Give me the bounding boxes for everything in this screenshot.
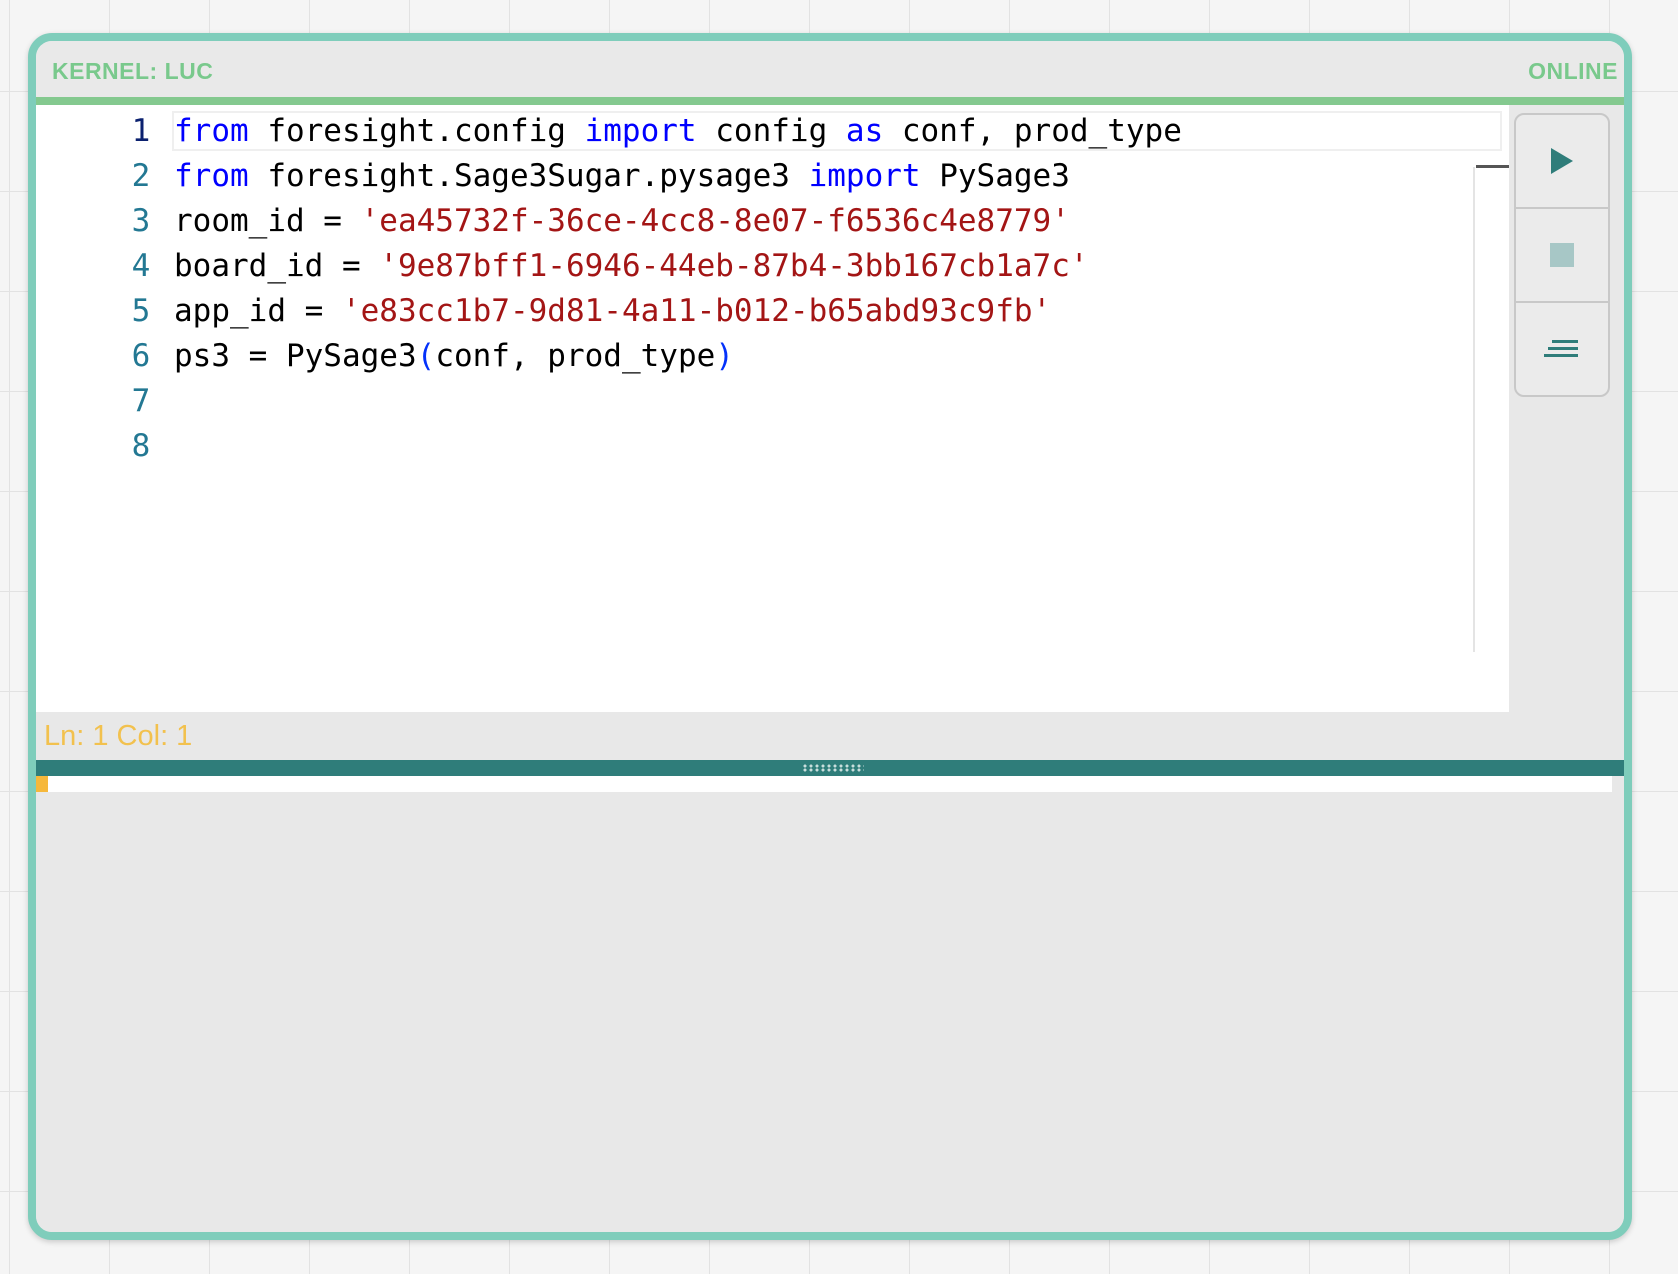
string-token: '9e87bff1-6946-44eb-87b4-3bb167cb1a7c' xyxy=(379,248,1089,284)
code-line[interactable]: 2 from foresight.Sage3Sugar.pysage3 impor… xyxy=(36,152,1476,200)
stop-button[interactable] xyxy=(1516,209,1608,303)
string-token: 'ea45732f-36ce-4cc8-8e07-f6536c4e8779' xyxy=(360,203,1070,239)
drag-grip-icon[interactable] xyxy=(802,764,864,772)
output-header xyxy=(36,776,1612,792)
line-number: 8 xyxy=(131,428,151,464)
cell-toolbar xyxy=(1514,113,1610,397)
play-icon xyxy=(1551,148,1573,174)
bracket-token: ) xyxy=(715,338,734,374)
code-text[interactable]: from foresight.Sage3Sugar.pysage3 import… xyxy=(174,152,1070,200)
code-token: foresight.config xyxy=(248,113,585,149)
editor-scrollbar[interactable] xyxy=(1473,167,1475,652)
code-token: PySage3 xyxy=(920,158,1070,194)
code-line[interactable]: 4 board_id = '9e87bff1-6946-44eb-87b4-3bb… xyxy=(36,242,1476,290)
keyword-token: as xyxy=(845,113,884,149)
kernel-status: ONLINE xyxy=(1528,58,1618,84)
stop-icon xyxy=(1550,243,1574,267)
kernel-label: KERNEL: LUC xyxy=(52,58,214,84)
keyword-token: import xyxy=(584,113,697,149)
keyword-token: import xyxy=(808,158,921,194)
code-token: ps3 = PySage3 xyxy=(174,338,417,374)
code-token: board_id = xyxy=(174,248,380,284)
code-token: room_id = xyxy=(174,203,361,239)
code-token: conf, prod_type xyxy=(435,338,716,374)
string-token: 'e83cc1b7-9d81-4a11-b012-b65abd93c9fb' xyxy=(341,293,1052,329)
code-line[interactable]: 7 xyxy=(36,377,1476,425)
code-line[interactable]: 1 from foresight.config import config as … xyxy=(36,107,1476,155)
code-line[interactable]: 3 room_id = 'ea45732f-36ce-4cc8-8e07-f653… xyxy=(36,197,1476,245)
code-line[interactable]: 5 app_id = 'e83cc1b7-9d81-4a11-b012-b65ab… xyxy=(36,287,1476,335)
clear-button[interactable] xyxy=(1516,303,1608,395)
code-text[interactable]: room_id = 'ea45732f-36ce-4cc8-8e07-f6536… xyxy=(174,197,1070,245)
run-button[interactable] xyxy=(1516,115,1608,209)
title-bar[interactable]: KERNEL: LUC ONLINE xyxy=(36,41,1624,105)
code-text[interactable]: board_id = '9e87bff1-6946-44eb-87b4-3bb1… xyxy=(174,242,1089,290)
line-number: 1 xyxy=(131,113,151,149)
cursor-position: Ln: 1 Col: 1 xyxy=(44,720,193,752)
output-area xyxy=(36,792,1624,1232)
code-line[interactable]: 6 ps3 = PySage3(conf, prod_type) xyxy=(36,332,1476,380)
line-number: 6 xyxy=(131,338,151,374)
line-number: 5 xyxy=(131,293,151,329)
code-cell-window: KERNEL: LUC ONLINE 1 from foresight.confi… xyxy=(28,33,1632,1240)
keyword-token: from xyxy=(174,158,249,194)
code-token: app_id = xyxy=(174,293,342,329)
code-token: foresight.Sage3Sugar.pysage3 xyxy=(248,158,809,194)
bracket-token: ( xyxy=(416,338,436,374)
minimap-viewport[interactable] xyxy=(1476,165,1509,168)
code-token: config xyxy=(696,113,846,149)
output-marker xyxy=(36,776,48,792)
line-number: 2 xyxy=(131,158,151,194)
code-editor[interactable]: 1 from foresight.config import config as … xyxy=(36,105,1509,712)
code-line[interactable]: 8 xyxy=(36,422,1476,470)
clear-lines-icon xyxy=(1544,340,1578,357)
editor-status-bar: Ln: 1 Col: 1 xyxy=(36,712,1624,760)
resize-splitter[interactable] xyxy=(36,760,1624,776)
code-token: conf, prod_type xyxy=(883,113,1182,149)
code-text[interactable]: from foresight.config import config as c… xyxy=(174,107,1182,155)
line-number: 3 xyxy=(131,203,151,239)
line-number: 7 xyxy=(131,383,151,419)
line-number: 4 xyxy=(131,248,151,284)
keyword-token: from xyxy=(174,113,249,149)
code-text[interactable]: app_id = 'e83cc1b7-9d81-4a11-b012-b65abd… xyxy=(174,287,1051,335)
code-text[interactable]: ps3 = PySage3(conf, prod_type) xyxy=(174,332,734,380)
